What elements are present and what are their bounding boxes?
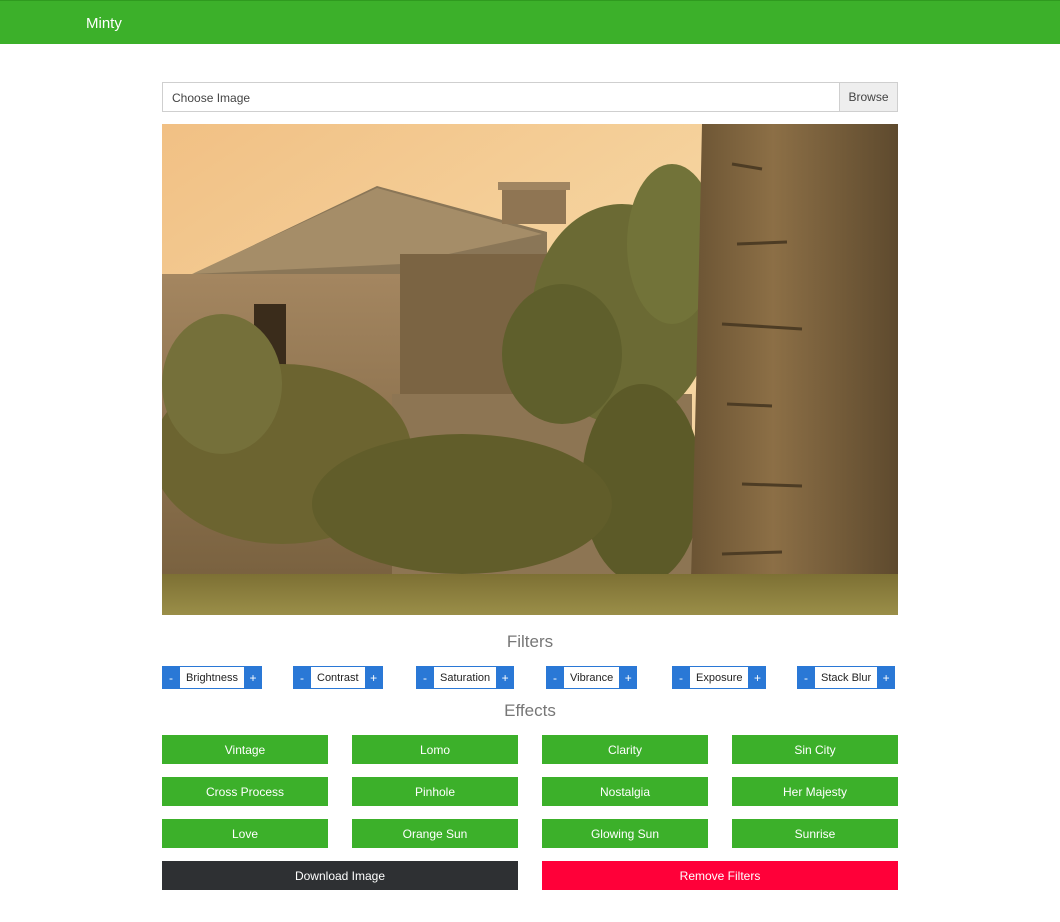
exposure-filter: - Exposure + bbox=[672, 666, 767, 689]
stack-blur-label: Stack Blur bbox=[815, 666, 878, 689]
contrast-decrease-button[interactable]: - bbox=[293, 666, 311, 689]
effect-pinhole-button[interactable]: Pinhole bbox=[352, 777, 518, 806]
effect-orange-sun-button[interactable]: Orange Sun bbox=[352, 819, 518, 848]
saturation-decrease-button[interactable]: - bbox=[416, 666, 434, 689]
stack-blur-increase-button[interactable]: + bbox=[877, 666, 896, 689]
stack-blur-filter: - Stack Blur + bbox=[797, 666, 896, 689]
exposure-increase-button[interactable]: + bbox=[748, 666, 767, 689]
effect-nostalgia-button[interactable]: Nostalgia bbox=[542, 777, 708, 806]
effect-sin-city-button[interactable]: Sin City bbox=[732, 735, 898, 764]
brightness-decrease-button[interactable]: - bbox=[162, 666, 180, 689]
effect-vintage-button[interactable]: Vintage bbox=[162, 735, 328, 764]
effect-clarity-button[interactable]: Clarity bbox=[542, 735, 708, 764]
brand-link[interactable]: Minty bbox=[86, 15, 122, 32]
navbar: Minty bbox=[0, 0, 1060, 44]
browse-button[interactable]: Browse bbox=[839, 83, 897, 111]
exposure-decrease-button[interactable]: - bbox=[672, 666, 690, 689]
vibrance-increase-button[interactable]: + bbox=[619, 666, 638, 689]
effect-sunrise-button[interactable]: Sunrise bbox=[732, 819, 898, 848]
contrast-increase-button[interactable]: + bbox=[364, 666, 383, 689]
remove-filters-button[interactable]: Remove Filters bbox=[542, 861, 898, 890]
brightness-filter: - Brightness + bbox=[162, 666, 262, 689]
contrast-label: Contrast bbox=[311, 666, 365, 689]
effects-heading: Effects bbox=[504, 701, 556, 720]
saturation-label: Saturation bbox=[434, 666, 497, 689]
download-image-button[interactable]: Download Image bbox=[162, 861, 518, 890]
preview-image bbox=[162, 124, 898, 615]
effect-her-majesty-button[interactable]: Her Majesty bbox=[732, 777, 898, 806]
effect-lomo-button[interactable]: Lomo bbox=[352, 735, 518, 764]
effect-glowing-sun-button[interactable]: Glowing Sun bbox=[542, 819, 708, 848]
brightness-label: Brightness bbox=[180, 666, 244, 689]
vibrance-filter: - Vibrance + bbox=[546, 666, 638, 689]
stack-blur-decrease-button[interactable]: - bbox=[797, 666, 815, 689]
file-input-label[interactable]: Choose Image bbox=[163, 83, 839, 111]
saturation-increase-button[interactable]: + bbox=[496, 666, 515, 689]
image-file-input[interactable]: Choose Image Browse bbox=[162, 82, 898, 112]
effect-cross-process-button[interactable]: Cross Process bbox=[162, 777, 328, 806]
exposure-label: Exposure bbox=[690, 666, 749, 689]
filters-heading: Filters bbox=[506, 632, 554, 651]
vibrance-label: Vibrance bbox=[564, 666, 620, 689]
contrast-filter: - Contrast + bbox=[293, 666, 383, 689]
brightness-increase-button[interactable]: + bbox=[243, 666, 262, 689]
saturation-filter: - Saturation + bbox=[416, 666, 515, 689]
effect-love-button[interactable]: Love bbox=[162, 819, 328, 848]
vibrance-decrease-button[interactable]: - bbox=[546, 666, 564, 689]
